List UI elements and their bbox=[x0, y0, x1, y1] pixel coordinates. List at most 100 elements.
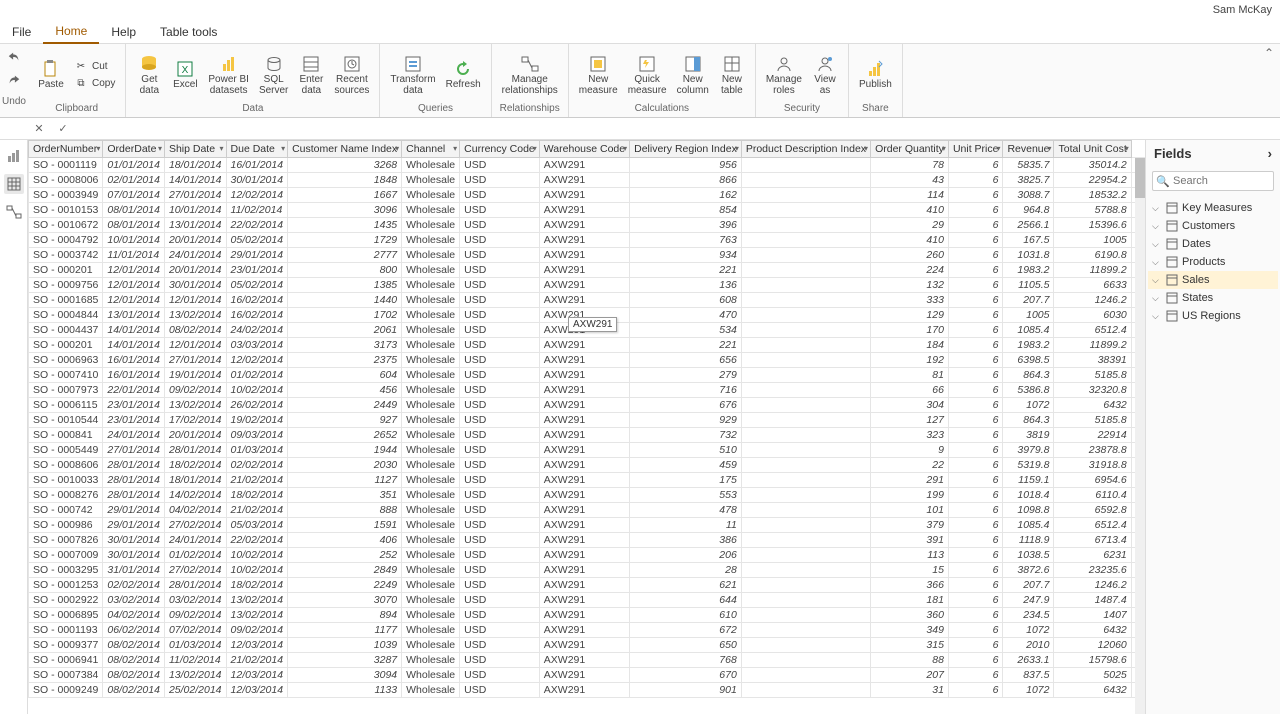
table-cell[interactable]: AXW291 bbox=[539, 158, 629, 173]
table-cell[interactable]: USD bbox=[460, 638, 540, 653]
table-row[interactable]: SO - 000119306/02/201407/02/201409/02/20… bbox=[29, 623, 1146, 638]
table-cell[interactable]: 78 bbox=[871, 158, 949, 173]
column-header[interactable]: Channel▾ bbox=[402, 141, 460, 158]
table-row[interactable]: SO - 000800602/01/201414/01/201430/01/20… bbox=[29, 173, 1146, 188]
table-cell[interactable]: 23878.8 bbox=[1054, 443, 1131, 458]
table-cell[interactable]: 6 bbox=[948, 248, 1003, 263]
table-cell[interactable]: 1039 bbox=[288, 638, 402, 653]
table-cell[interactable]: 716 bbox=[630, 383, 742, 398]
table-cell[interactable]: 114 bbox=[871, 188, 949, 203]
new-column-button[interactable]: New column bbox=[673, 52, 713, 98]
table-cell[interactable]: 12/01/2014 bbox=[164, 338, 226, 353]
table-cell[interactable]: 6 bbox=[948, 383, 1003, 398]
table-cell[interactable]: 05/03/2014 bbox=[226, 518, 288, 533]
publish-button[interactable]: Publish bbox=[855, 57, 896, 92]
table-cell[interactable]: 621 bbox=[630, 578, 742, 593]
table-cell[interactable] bbox=[741, 443, 870, 458]
column-header[interactable]: Due Date▾ bbox=[226, 141, 288, 158]
table-cell[interactable] bbox=[741, 458, 870, 473]
table-cell[interactable]: 12060 bbox=[1054, 638, 1131, 653]
table-cell[interactable]: 38391 bbox=[1054, 353, 1131, 368]
table-row[interactable]: SO - 00020114/01/201412/01/201403/03/201… bbox=[29, 338, 1146, 353]
table-row[interactable]: SO - 001054423/01/201417/02/201419/02/20… bbox=[29, 413, 1146, 428]
table-row[interactable]: SO - 000689504/02/201409/02/201413/02/20… bbox=[29, 608, 1146, 623]
fields-table-item[interactable]: ⌵States bbox=[1148, 289, 1278, 307]
table-cell[interactable]: 10/02/2014 bbox=[226, 563, 288, 578]
table-cell[interactable] bbox=[741, 488, 870, 503]
table-cell[interactable]: 3173 bbox=[288, 338, 402, 353]
table-cell[interactable]: 28/01/2014 bbox=[164, 443, 226, 458]
table-cell[interactable]: 2849 bbox=[288, 563, 402, 578]
table-cell[interactable]: 6633 bbox=[1054, 278, 1131, 293]
table-cell[interactable] bbox=[741, 398, 870, 413]
table-cell[interactable]: 113 bbox=[871, 548, 949, 563]
table-cell[interactable]: 12/02/2014 bbox=[226, 353, 288, 368]
quick-measure-button[interactable]: Quick measure bbox=[624, 52, 671, 98]
table-row[interactable]: SO - 000937708/02/201401/03/201412/03/20… bbox=[29, 638, 1146, 653]
table-cell[interactable]: 672 bbox=[630, 623, 742, 638]
table-cell[interactable]: 25/02/2014 bbox=[164, 683, 226, 698]
table-cell[interactable]: 24/01/2014 bbox=[103, 428, 165, 443]
table-cell[interactable]: 09/02/2014 bbox=[226, 623, 288, 638]
fields-chevron-icon[interactable]: › bbox=[1268, 146, 1272, 161]
table-cell[interactable]: SO - 0003295 bbox=[29, 563, 103, 578]
table-row[interactable]: SO - 000479210/01/201420/01/201405/02/20… bbox=[29, 233, 1146, 248]
table-cell[interactable]: 6 bbox=[948, 518, 1003, 533]
table-cell[interactable]: Wholesale bbox=[402, 443, 460, 458]
table-cell[interactable]: SO - 0006895 bbox=[29, 608, 103, 623]
table-cell[interactable]: 22954.2 bbox=[1054, 173, 1131, 188]
table-cell[interactable]: Wholesale bbox=[402, 263, 460, 278]
table-cell[interactable]: SO - 000201 bbox=[29, 263, 103, 278]
table-cell[interactable]: 610 bbox=[630, 608, 742, 623]
table-cell[interactable]: 05/02/2014 bbox=[226, 233, 288, 248]
table-cell[interactable]: SO - 0003742 bbox=[29, 248, 103, 263]
table-cell[interactable]: 1005 bbox=[1003, 308, 1054, 323]
table-cell[interactable]: 6 bbox=[948, 563, 1003, 578]
table-row[interactable]: SO - 000924908/02/201425/02/201412/03/20… bbox=[29, 683, 1146, 698]
table-cell[interactable]: 13/01/2014 bbox=[103, 308, 165, 323]
table-cell[interactable]: 11899.2 bbox=[1054, 338, 1131, 353]
table-cell[interactable]: 763 bbox=[630, 233, 742, 248]
table-cell[interactable]: 16/01/2014 bbox=[103, 353, 165, 368]
table-cell[interactable]: AXW291 bbox=[539, 293, 629, 308]
table-cell[interactable]: SO - 0008006 bbox=[29, 173, 103, 188]
table-cell[interactable]: AXW291 bbox=[539, 443, 629, 458]
table-cell[interactable]: 3979.8 bbox=[1003, 443, 1054, 458]
table-cell[interactable]: 224 bbox=[871, 263, 949, 278]
table-cell[interactable]: 349 bbox=[871, 623, 949, 638]
table-cell[interactable]: 14/01/2014 bbox=[164, 173, 226, 188]
table-cell[interactable]: 1085.4 bbox=[1003, 518, 1054, 533]
model-view-button[interactable] bbox=[4, 202, 24, 222]
table-cell[interactable]: 553 bbox=[630, 488, 742, 503]
table-cell[interactable]: Wholesale bbox=[402, 578, 460, 593]
table-row[interactable]: SO - 000694108/02/201411/02/201421/02/20… bbox=[29, 653, 1146, 668]
table-cell[interactable]: 5185.8 bbox=[1054, 368, 1131, 383]
table-cell[interactable] bbox=[741, 428, 870, 443]
table-cell[interactable]: USD bbox=[460, 608, 540, 623]
table-cell[interactable]: USD bbox=[460, 158, 540, 173]
table-cell[interactable]: 23/01/2014 bbox=[103, 413, 165, 428]
table-cell[interactable]: 22/02/2014 bbox=[226, 218, 288, 233]
table-cell[interactable]: 88 bbox=[871, 653, 949, 668]
table-cell[interactable] bbox=[741, 668, 870, 683]
table-cell[interactable] bbox=[741, 233, 870, 248]
table-cell[interactable]: 6 bbox=[948, 623, 1003, 638]
table-row[interactable]: SO - 000168512/01/201412/01/201416/02/20… bbox=[29, 293, 1146, 308]
table-cell[interactable]: USD bbox=[460, 593, 540, 608]
table-cell[interactable]: USD bbox=[460, 338, 540, 353]
table-cell[interactable]: 14/01/2014 bbox=[103, 338, 165, 353]
table-cell[interactable]: 07/01/2014 bbox=[103, 188, 165, 203]
table-cell[interactable]: 9 bbox=[871, 443, 949, 458]
table-cell[interactable]: 23235.6 bbox=[1054, 563, 1131, 578]
table-cell[interactable]: Wholesale bbox=[402, 278, 460, 293]
table-row[interactable]: SO - 00084124/01/201420/01/201409/03/201… bbox=[29, 428, 1146, 443]
table-cell[interactable]: 6 bbox=[948, 683, 1003, 698]
table-cell[interactable]: USD bbox=[460, 368, 540, 383]
table-cell[interactable]: SO - 0006963 bbox=[29, 353, 103, 368]
table-cell[interactable]: 15396.6 bbox=[1054, 218, 1131, 233]
table-cell[interactable]: 12/01/2014 bbox=[103, 263, 165, 278]
table-cell[interactable]: 2061 bbox=[288, 323, 402, 338]
table-cell[interactable]: Wholesale bbox=[402, 623, 460, 638]
table-row[interactable]: SO - 000111901/01/201418/01/201416/01/20… bbox=[29, 158, 1146, 173]
table-cell[interactable]: Wholesale bbox=[402, 503, 460, 518]
